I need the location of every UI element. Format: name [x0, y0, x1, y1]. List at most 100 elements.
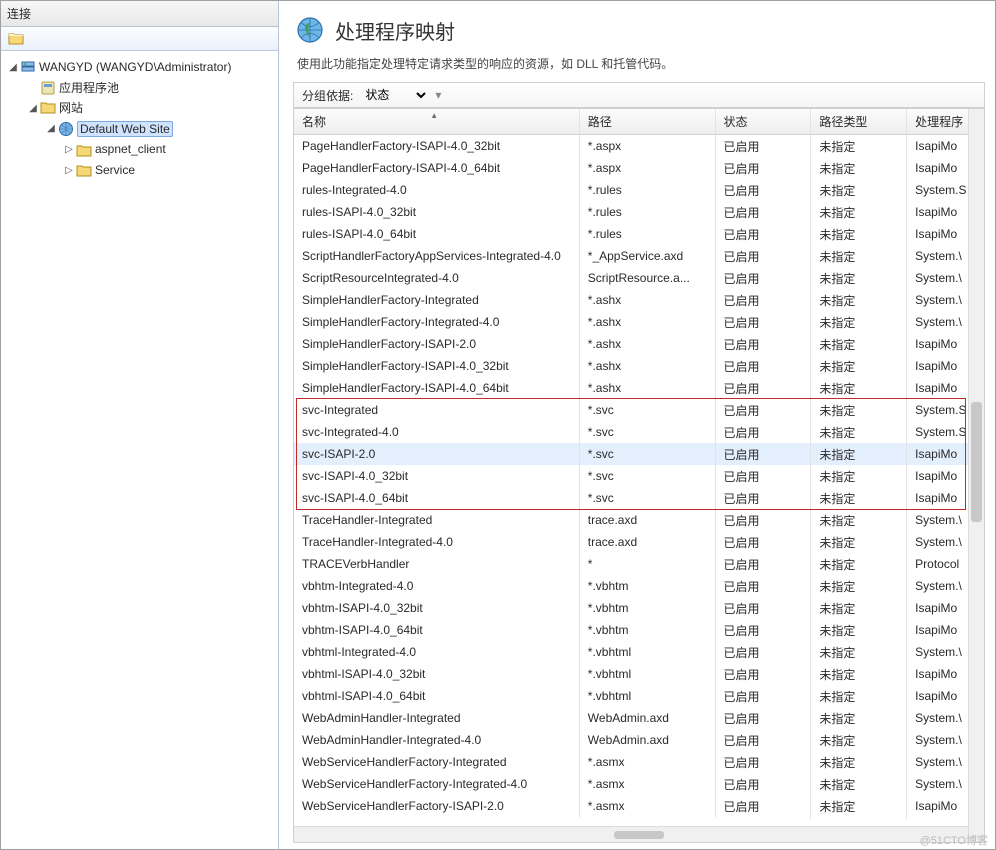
- table-row[interactable]: vbhtml-ISAPI-4.0_64bit*.vbhtml已启用未指定Isap…: [294, 685, 984, 707]
- handler-mapping-icon: [295, 15, 325, 45]
- cell-path: *.vbhtml: [580, 641, 716, 663]
- folder-icon: [76, 162, 92, 178]
- table-row[interactable]: vbhtm-ISAPI-4.0_32bit*.vbhtm已启用未指定IsapiM…: [294, 597, 984, 619]
- cell-path: *.aspx: [580, 157, 716, 179]
- cell-path: *.ashx: [580, 333, 716, 355]
- sites-icon: [40, 100, 56, 116]
- table-row[interactable]: WebServiceHandlerFactory-Integrated-4.0*…: [294, 773, 984, 795]
- cell-name: ScriptResourceIntegrated-4.0: [294, 267, 580, 289]
- cell-path: *.asmx: [580, 795, 716, 817]
- cell-name: svc-ISAPI-4.0_32bit: [294, 465, 580, 487]
- cell-path: *_AppService.axd: [580, 245, 716, 267]
- tree-node-service[interactable]: Service: [95, 161, 135, 180]
- table-row[interactable]: vbhtm-Integrated-4.0*.vbhtm已启用未指定System.…: [294, 575, 984, 597]
- table-row[interactable]: svc-ISAPI-4.0_64bit*.svc已启用未指定IsapiMo: [294, 487, 984, 509]
- cell-path: *.rules: [580, 179, 716, 201]
- table-row[interactable]: rules-ISAPI-4.0_32bit*.rules已启用未指定IsapiM…: [294, 201, 984, 223]
- table-row[interactable]: rules-Integrated-4.0*.rules已启用未指定System.…: [294, 179, 984, 201]
- table-row[interactable]: TraceHandler-Integrated-4.0trace.axd已启用未…: [294, 531, 984, 553]
- folder-icon[interactable]: [8, 30, 24, 46]
- tree-expander[interactable]: ◢: [7, 60, 19, 76]
- column-name[interactable]: 名称: [294, 109, 580, 134]
- cell-path: *.ashx: [580, 311, 716, 333]
- cell-name: SimpleHandlerFactory-Integrated: [294, 289, 580, 311]
- tree-node-sites[interactable]: 网站: [59, 99, 83, 118]
- cell-name: rules-ISAPI-4.0_64bit: [294, 223, 580, 245]
- app-pools-icon: [40, 80, 56, 96]
- cell-path: WebAdmin.axd: [580, 707, 716, 729]
- cell-path: ScriptResource.a...: [580, 267, 716, 289]
- table-row[interactable]: SimpleHandlerFactory-ISAPI-4.0_32bit*.as…: [294, 355, 984, 377]
- sidebar-header: 连接: [1, 1, 278, 27]
- table-row[interactable]: PageHandlerFactory-ISAPI-4.0_64bit*.aspx…: [294, 157, 984, 179]
- grid-body[interactable]: PageHandlerFactory-ISAPI-4.0_32bit*.aspx…: [294, 135, 984, 826]
- table-row[interactable]: svc-ISAPI-2.0*.svc已启用未指定IsapiMo: [294, 443, 984, 465]
- cell-path: *.rules: [580, 223, 716, 245]
- table-row[interactable]: svc-ISAPI-4.0_32bit*.svc已启用未指定IsapiMo: [294, 465, 984, 487]
- cell-name: WebAdminHandler-Integrated: [294, 707, 580, 729]
- horizontal-scrollbar[interactable]: [294, 826, 984, 842]
- table-row[interactable]: vbhtml-Integrated-4.0*.vbhtml已启用未指定Syste…: [294, 641, 984, 663]
- cell-name: SimpleHandlerFactory-ISAPI-4.0_64bit: [294, 377, 580, 399]
- table-row[interactable]: ScriptHandlerFactoryAppServices-Integrat…: [294, 245, 984, 267]
- table-row[interactable]: svc-Integrated*.svc已启用未指定System.S: [294, 399, 984, 421]
- cell-path: *.svc: [580, 487, 716, 509]
- cell-path: *.asmx: [580, 751, 716, 773]
- cell-name: SimpleHandlerFactory-ISAPI-4.0_32bit: [294, 355, 580, 377]
- cell-path: *.vbhtml: [580, 663, 716, 685]
- tree-node-default-site[interactable]: Default Web Site: [77, 120, 173, 139]
- table-row[interactable]: SimpleHandlerFactory-Integrated*.ashx已启用…: [294, 289, 984, 311]
- tree-expander[interactable]: ◢: [45, 121, 57, 137]
- cell-path: *.vbhtm: [580, 619, 716, 641]
- table-row[interactable]: WebServiceHandlerFactory-ISAPI-2.0*.asmx…: [294, 795, 984, 817]
- cell-name: rules-ISAPI-4.0_32bit: [294, 201, 580, 223]
- table-row[interactable]: TraceHandler-Integratedtrace.axd已启用未指定Sy…: [294, 509, 984, 531]
- table-row[interactable]: vbhtm-ISAPI-4.0_64bit*.vbhtm已启用未指定IsapiM…: [294, 619, 984, 641]
- cell-name: WebServiceHandlerFactory-Integrated: [294, 751, 580, 773]
- table-row[interactable]: SimpleHandlerFactory-ISAPI-2.0*.ashx已启用未…: [294, 333, 984, 355]
- table-row[interactable]: ScriptResourceIntegrated-4.0ScriptResour…: [294, 267, 984, 289]
- cell-path: *.svc: [580, 465, 716, 487]
- folder-icon: [76, 142, 92, 158]
- table-row[interactable]: WebServiceHandlerFactory-Integrated*.asm…: [294, 751, 984, 773]
- table-row[interactable]: WebAdminHandler-IntegratedWebAdmin.axd已启…: [294, 707, 984, 729]
- table-row[interactable]: rules-ISAPI-4.0_64bit*.rules已启用未指定IsapiM…: [294, 223, 984, 245]
- table-row[interactable]: SimpleHandlerFactory-Integrated-4.0*.ash…: [294, 311, 984, 333]
- tree-expander[interactable]: ▷: [63, 163, 75, 179]
- cell-path: *: [580, 553, 716, 575]
- cell-name: WebServiceHandlerFactory-Integrated-4.0: [294, 773, 580, 795]
- cell-name: PageHandlerFactory-ISAPI-4.0_32bit: [294, 135, 580, 157]
- cell-path: *.rules: [580, 201, 716, 223]
- tree-node-aspnet-client[interactable]: aspnet_client: [95, 140, 166, 159]
- column-path[interactable]: 路径: [580, 109, 716, 134]
- column-pathtype[interactable]: 路径类型: [811, 109, 907, 134]
- sidebar-panel: 连接 ◢ WANGYD (WANGYD\Administrator) 应用程序池: [1, 1, 279, 849]
- page-title: 处理程序映射: [335, 16, 455, 45]
- group-by-select[interactable]: 状态: [359, 85, 429, 105]
- cell-path: *.ashx: [580, 289, 716, 311]
- sidebar-toolbar: [1, 27, 278, 51]
- column-state[interactable]: 状态: [716, 109, 812, 134]
- cell-name: svc-Integrated: [294, 399, 580, 421]
- table-row[interactable]: WebAdminHandler-Integrated-4.0WebAdmin.a…: [294, 729, 984, 751]
- tree-node-server[interactable]: WANGYD (WANGYD\Administrator): [39, 58, 231, 77]
- cell-name: vbhtml-ISAPI-4.0_64bit: [294, 685, 580, 707]
- cell-name: vbhtm-Integrated-4.0: [294, 575, 580, 597]
- table-row[interactable]: SimpleHandlerFactory-ISAPI-4.0_64bit*.as…: [294, 377, 984, 399]
- cell-path: trace.axd: [580, 509, 716, 531]
- tree-node-app-pools[interactable]: 应用程序池: [59, 79, 119, 98]
- tree-expander[interactable]: ▷: [63, 142, 75, 158]
- vertical-scrollbar[interactable]: [968, 109, 984, 842]
- table-row[interactable]: svc-Integrated-4.0*.svc已启用未指定System.S: [294, 421, 984, 443]
- table-row[interactable]: TRACEVerbHandler*已启用未指定Protocol: [294, 553, 984, 575]
- cell-name: svc-ISAPI-4.0_64bit: [294, 487, 580, 509]
- connections-tree: ◢ WANGYD (WANGYD\Administrator) 应用程序池 ◢ …: [1, 51, 278, 187]
- main-panel: 处理程序映射 使用此功能指定处理特定请求类型的响应的资源，如 DLL 和托管代码…: [279, 1, 995, 849]
- cell-path: *.vbhtm: [580, 575, 716, 597]
- cell-name: svc-ISAPI-2.0: [294, 443, 580, 465]
- tree-expander[interactable]: ◢: [27, 101, 39, 117]
- cell-name: rules-Integrated-4.0: [294, 179, 580, 201]
- table-row[interactable]: PageHandlerFactory-ISAPI-4.0_32bit*.aspx…: [294, 135, 984, 157]
- table-row[interactable]: vbhtml-ISAPI-4.0_32bit*.vbhtml已启用未指定Isap…: [294, 663, 984, 685]
- cell-path: *.svc: [580, 399, 716, 421]
